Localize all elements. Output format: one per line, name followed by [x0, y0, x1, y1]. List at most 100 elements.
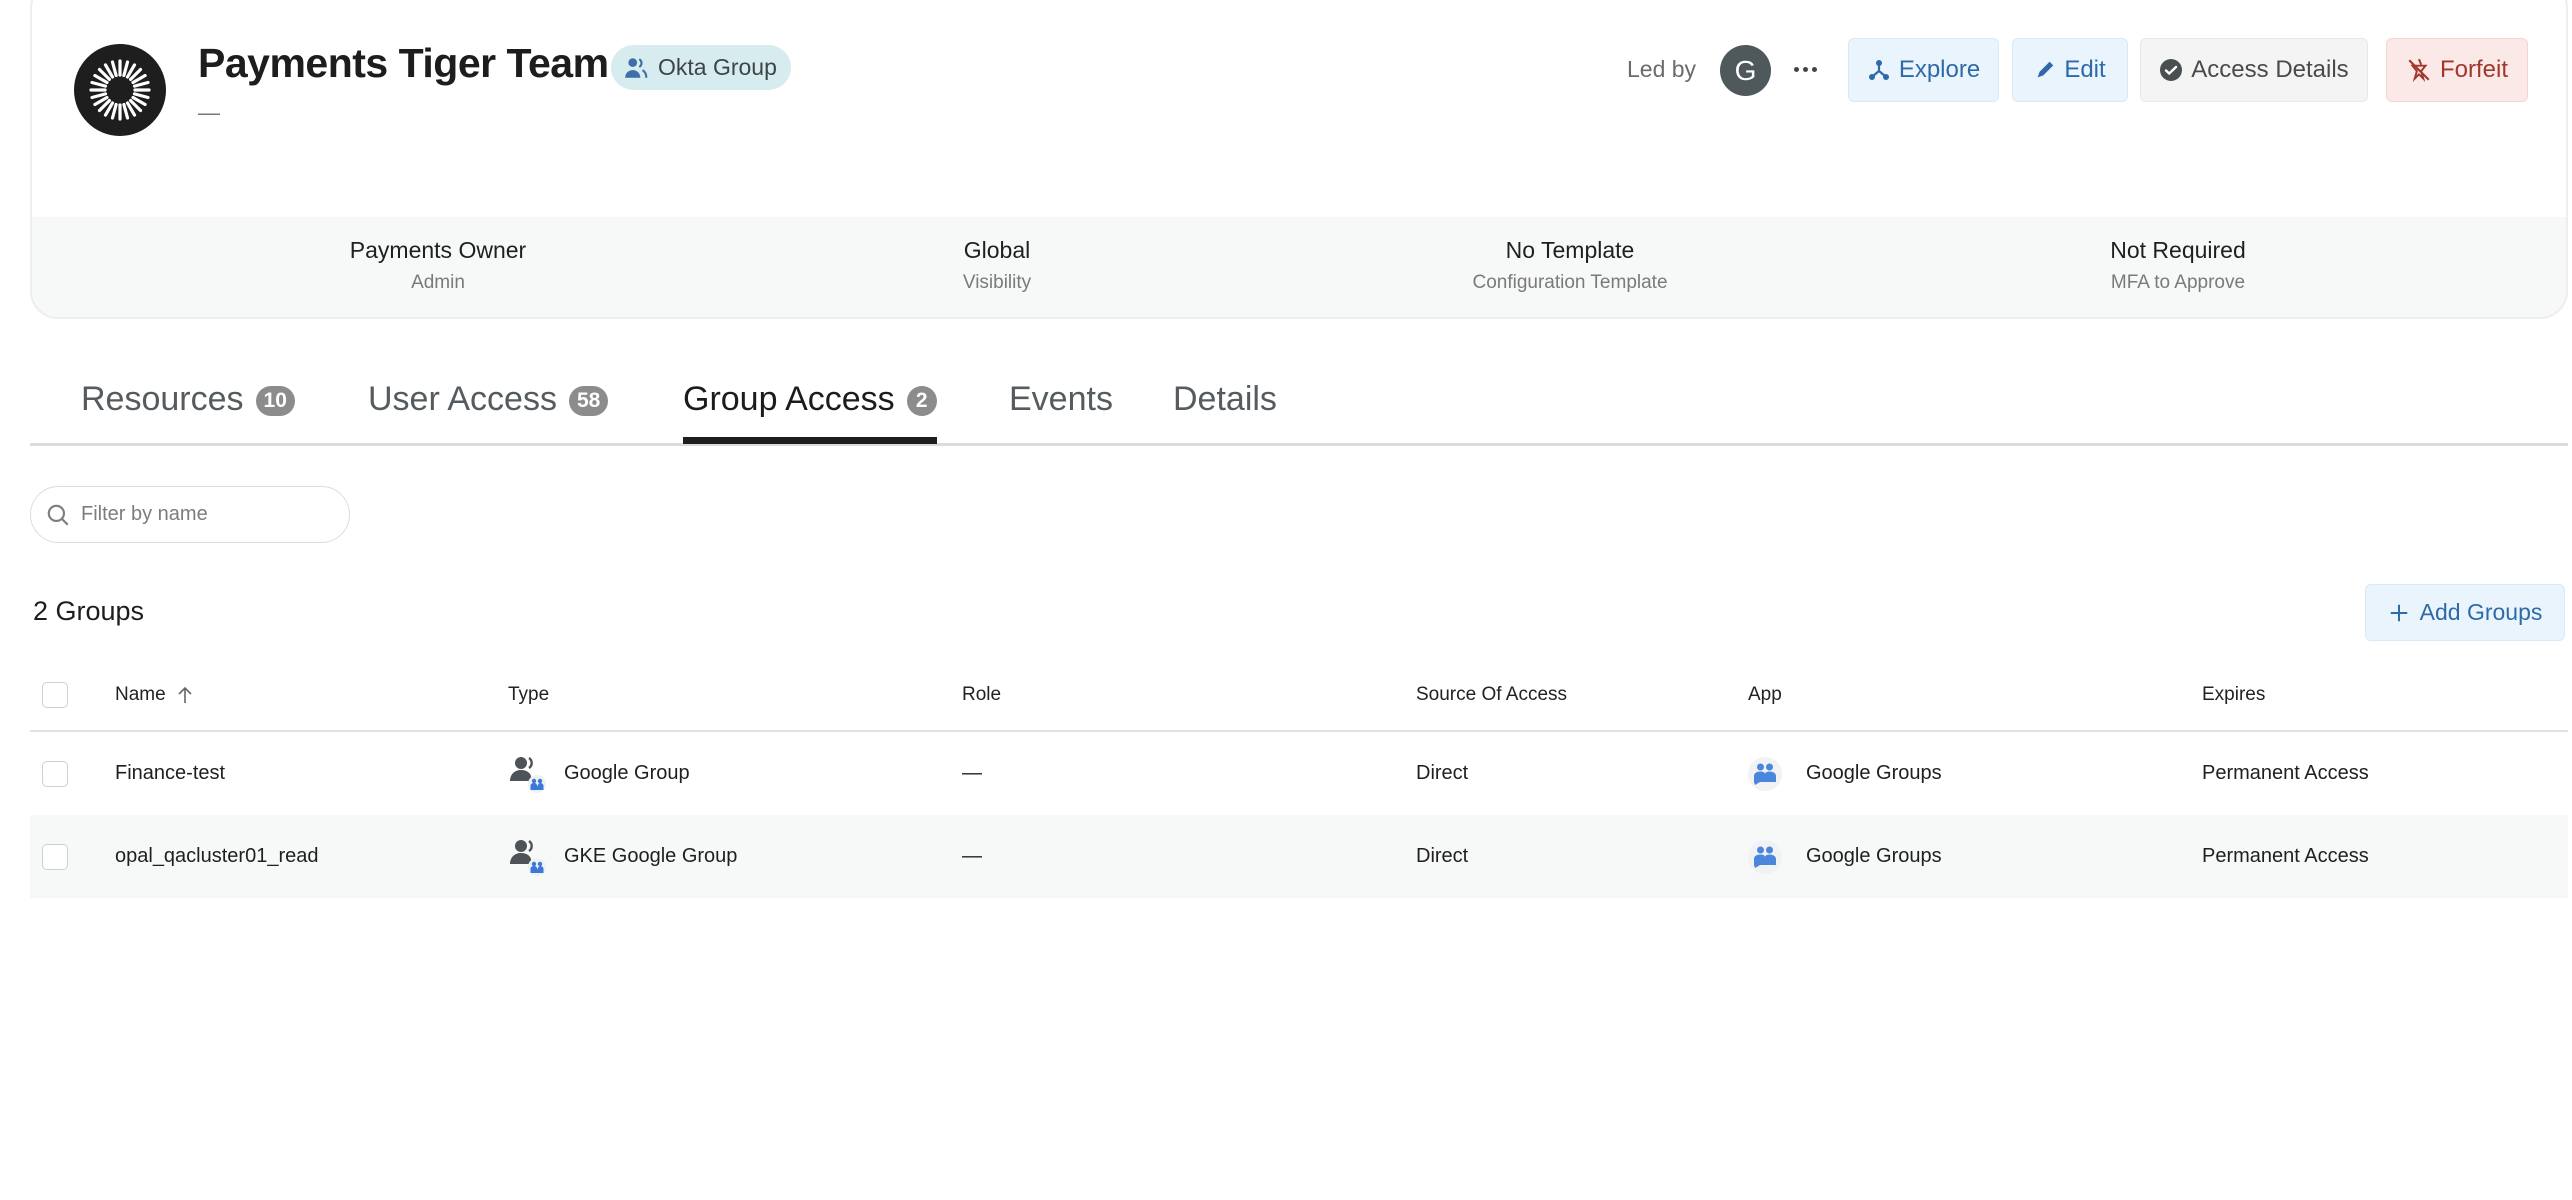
groups-table: Name Type Role Source Of Access App Expi… [30, 660, 2568, 898]
tab-events[interactable]: Events [1009, 370, 1113, 440]
info-mfa: Not Required MFA to Approve [1978, 237, 2378, 294]
tab-details[interactable]: Details [1173, 370, 1277, 440]
groups-count: 2 Groups [33, 596, 145, 626]
add-groups-label: Add Groups [2419, 599, 2543, 625]
leader-avatar[interactable]: G [1720, 45, 1771, 96]
filter-by-name-input[interactable] [81, 503, 321, 526]
group-name[interactable]: Finance-test [115, 732, 225, 815]
info-visibility: Global Visibility [797, 237, 1197, 294]
row-checkbox[interactable] [42, 843, 68, 870]
tab-label: Events [1009, 380, 1113, 418]
select-all-checkbox[interactable] [42, 682, 68, 708]
column-header-app[interactable]: App [1748, 660, 1782, 730]
table-row[interactable]: Finance-test Google Group — Direct Googl… [30, 732, 2568, 815]
explore-button[interactable]: Explore [1848, 38, 1999, 102]
tab-group-access[interactable]: Group Access 2 [683, 370, 937, 444]
expires: Permanent Access [2202, 845, 2369, 867]
app-name: Google Groups [1806, 762, 1942, 784]
explore-label: Explore [1898, 56, 1981, 83]
google-groups-app-icon [1748, 839, 1782, 874]
more-options-button[interactable] [1790, 52, 1820, 86]
access-details-button[interactable]: Access Details [2140, 38, 2368, 102]
source-of-access: Direct [1416, 845, 1469, 867]
info-label: Configuration Template [1472, 272, 1668, 293]
ellipsis-dot [1802, 66, 1808, 72]
tab-label: User Access [368, 380, 557, 418]
forfeit-label: Forfeit [2439, 56, 2508, 83]
app-name: Google Groups [1806, 845, 1942, 867]
info-configuration-template: No Template Configuration Template [1370, 237, 1770, 294]
group-role: — [962, 845, 982, 867]
group-info-strip: Payments Owner Admin Global Visibility N… [30, 217, 2568, 319]
column-header-source[interactable]: Source Of Access [1416, 660, 1567, 730]
access-details-label: Access Details [2191, 56, 2349, 83]
column-header-label: Expires [2202, 684, 2266, 705]
forfeit-icon [2408, 58, 2430, 83]
tab-label: Group Access [683, 380, 895, 418]
column-header-type[interactable]: Type [508, 660, 549, 730]
tab-count-badge: 10 [255, 386, 295, 416]
column-header-label: Name [115, 684, 166, 705]
add-groups-button[interactable]: Add Groups [2365, 584, 2565, 641]
edit-label: Edit [2064, 56, 2106, 83]
tab-label: Details [1173, 380, 1277, 418]
column-header-label: Source Of Access [1416, 684, 1568, 705]
info-value: Global [963, 237, 1031, 263]
group-name[interactable]: opal_qacluster01_read [115, 815, 319, 898]
check-circle-icon [2160, 59, 2183, 81]
google-group-type-icon [508, 837, 548, 877]
edit-button[interactable]: Edit [2012, 38, 2128, 102]
tab-count-badge: 2 [906, 386, 937, 416]
google-group-type-icon [508, 754, 548, 794]
filter-box [30, 486, 350, 543]
info-label: Admin [411, 272, 465, 293]
info-admin: Payments Owner Admin [238, 237, 638, 294]
row-select-cell [42, 732, 68, 815]
search-icon [47, 504, 69, 526]
tab-count-badge: 58 [568, 386, 609, 416]
tab-resources[interactable]: Resources 10 [81, 370, 295, 440]
leader-avatar-initial: G [1734, 54, 1757, 86]
column-header-expires[interactable]: Expires [2202, 660, 2265, 730]
ellipsis-dot [1811, 66, 1817, 72]
graph-nodes-icon [1868, 60, 1889, 80]
group-logo-icon [74, 44, 166, 136]
ellipsis-icon [1793, 66, 1799, 72]
sort-ascending-icon [178, 686, 192, 703]
forfeit-button[interactable]: Forfeit [2386, 38, 2528, 102]
app-cell[interactable]: Google Groups [1748, 732, 1942, 815]
group-type-cell: GKE Google Group [508, 815, 737, 898]
group-type: GKE Google Group [564, 845, 738, 867]
page-title: Payments Tiger Team [198, 40, 609, 86]
led-by-label: Led by [1627, 56, 1697, 82]
pencil-icon [2037, 61, 2054, 78]
group-type-label: Okta Group [658, 54, 777, 80]
tab-bar: Resources 10 User Access 58 Group Access… [30, 360, 2568, 446]
column-header-label: App [1748, 684, 1782, 705]
app-cell[interactable]: Google Groups [1748, 815, 1942, 898]
source-of-access: Direct [1416, 762, 1469, 784]
header-select-cell [42, 660, 68, 730]
tab-user-access[interactable]: User Access 58 [368, 370, 609, 440]
table-header: Name Type Role Source Of Access App Expi… [30, 660, 2568, 732]
group-description: — [198, 100, 220, 125]
group-type-cell: Google Group [508, 732, 690, 815]
plus-icon [2390, 604, 2407, 621]
expires: Permanent Access [2202, 762, 2369, 784]
info-value: No Template [1505, 237, 1635, 263]
column-header-role[interactable]: Role [962, 660, 1001, 730]
column-header-name[interactable]: Name [115, 660, 194, 730]
users-icon [625, 57, 648, 78]
group-type-badge: Okta Group [611, 45, 791, 90]
group-type: Google Group [564, 762, 690, 784]
table-row[interactable]: opal_qacluster01_read GKE Google Group —… [30, 815, 2568, 898]
info-value: Payments Owner [349, 237, 527, 263]
row-checkbox[interactable] [42, 760, 68, 787]
info-label: Visibility [962, 272, 1032, 293]
column-header-label: Type [508, 684, 550, 705]
info-label: MFA to Approve [2110, 272, 2246, 293]
tab-label: Resources [81, 380, 244, 418]
info-value: Not Required [2110, 237, 2246, 263]
group-role: — [962, 762, 982, 784]
google-groups-app-icon [1748, 756, 1782, 791]
